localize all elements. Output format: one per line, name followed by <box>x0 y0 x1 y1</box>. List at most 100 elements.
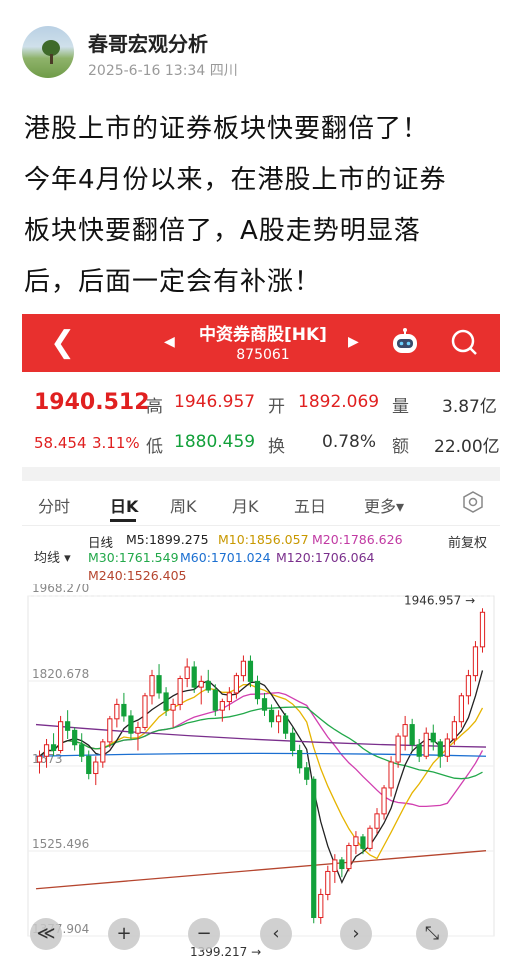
low-value: 1880.459 <box>174 432 256 452</box>
tab-weekly-k[interactable]: 周K <box>170 493 197 517</box>
ma120-label: M120:1706.064 <box>276 550 375 565</box>
candle-body <box>43 744 50 757</box>
candle-body <box>268 709 275 723</box>
post-line: 今年4月份以来，在港股上市的证券 <box>24 165 447 195</box>
stock-topbar: ❮ ◀ 中资券商股[HK] 875061 ▶ <box>22 314 500 372</box>
stock-name: 中资券商股[HK] <box>199 325 327 345</box>
candle-body <box>191 666 197 688</box>
post-header: 春哥宏观分析 2025-6-16 13:34 四川 <box>0 0 522 95</box>
period-tabs: 分时 日K 周K 月K 五日 更多▾ <box>22 481 500 526</box>
candle-body <box>58 721 64 752</box>
next-triangle-icon[interactable]: ▶ <box>348 334 359 350</box>
candle-body <box>465 675 472 697</box>
candle-body <box>36 755 43 763</box>
stock-app-screenshot[interactable]: ❮ ◀ 中资券商股[HK] 875061 ▶ 1940.512 高 1946.9… <box>22 314 500 960</box>
ma30-label: M30:1761.549 <box>88 550 179 565</box>
post-line: 后，后面一定会有补涨！ <box>24 267 322 297</box>
candle-body <box>374 813 380 829</box>
candle-body <box>100 741 106 763</box>
candle-body <box>205 680 211 691</box>
candle-body <box>261 698 268 711</box>
candle-body <box>121 703 127 717</box>
ma240-label: M240:1526.405 <box>88 568 187 583</box>
settings-hexagon-icon[interactable] <box>462 491 484 513</box>
candle-body <box>353 836 359 847</box>
quote-panel: 1940.512 高 1946.957 开 1892.069 量 3.87亿 5… <box>22 372 500 467</box>
next-candle-button[interactable]: › <box>340 918 372 950</box>
open-value: 1892.069 <box>298 392 380 412</box>
robot-assistant-icon[interactable] <box>390 328 420 356</box>
candle-body <box>275 715 282 723</box>
kline-label: 日线 <box>88 535 114 550</box>
zoom-out-all-button[interactable]: ≪ <box>30 918 62 950</box>
high-label: 高 <box>146 397 163 417</box>
search-icon[interactable] <box>450 328 478 356</box>
prev-triangle-icon[interactable]: ◀ <box>164 334 175 350</box>
amount-label: 额 <box>392 437 409 457</box>
amount-value: 22.00亿 <box>434 437 500 457</box>
post-meta: 2025-6-16 13:34 四川 <box>88 63 238 79</box>
candle-body <box>163 692 169 711</box>
last-price: 1940.512 <box>34 390 150 415</box>
section-divider <box>22 467 500 481</box>
max-price-label: 1946.957 → <box>404 593 475 607</box>
post-body: 港股上市的证券板块快要翻倍了！ 今年4月份以来，在港股上市的证券 板块快要翻倍了… <box>24 104 504 308</box>
active-tab-underline <box>110 519 136 522</box>
avatar-trunk-shape <box>50 54 53 64</box>
candle-body <box>451 721 457 740</box>
candle-body <box>50 744 57 752</box>
tab-daily-k[interactable]: 日K <box>110 493 138 517</box>
candle-body <box>79 744 85 757</box>
candle-body <box>339 859 345 870</box>
ma10-label: M10:1856.057 <box>218 532 309 547</box>
candle-body <box>170 703 176 711</box>
candle-body <box>367 827 373 849</box>
candle-body <box>381 787 387 815</box>
fullscreen-button[interactable]: ⤡ <box>416 918 448 950</box>
author-name[interactable]: 春哥宏观分析 <box>88 28 208 57</box>
candle-body <box>290 732 296 752</box>
candle-body <box>283 715 289 734</box>
candle-body <box>86 755 92 775</box>
ma-selector[interactable]: 均线 ▾ <box>34 547 71 566</box>
candle-body <box>254 680 261 700</box>
y-tick-label: 1968.270 <box>32 584 89 595</box>
candle-body <box>219 701 225 711</box>
candle-body <box>128 715 134 734</box>
ma10-line <box>39 683 484 860</box>
candle-body <box>402 724 408 737</box>
candle-body <box>472 646 479 677</box>
tab-five-day[interactable]: 五日 <box>294 493 326 517</box>
change-value: 58.454 <box>34 434 87 452</box>
candle-body <box>184 666 190 680</box>
tab-intraday[interactable]: 分时 <box>38 493 70 517</box>
adjust-mode[interactable]: 前复权 <box>448 532 487 551</box>
tab-monthly-k[interactable]: 月K <box>232 493 259 517</box>
candle-body <box>395 735 401 763</box>
low-label: 低 <box>146 437 163 457</box>
candle-body <box>332 859 338 872</box>
candle-body <box>149 675 155 697</box>
candlestick-chart[interactable]: 1968.2701820.67816731525.4961377.9041946… <box>22 584 500 960</box>
author-avatar[interactable] <box>22 26 74 78</box>
candle-body <box>247 660 254 682</box>
zoom-out-button[interactable]: − <box>188 918 220 950</box>
zoom-in-button[interactable]: + <box>108 918 140 950</box>
candle-body <box>346 845 352 870</box>
ma30-line <box>39 706 483 780</box>
back-chevron-icon[interactable]: ❮ <box>50 328 75 358</box>
candle-body <box>416 744 422 757</box>
candle-body <box>409 724 415 746</box>
candle-body <box>233 675 239 694</box>
post-line: 港股上市的证券板块快要翻倍了！ <box>24 114 430 144</box>
candle-body <box>423 732 429 757</box>
candle-body <box>311 778 317 919</box>
candle-body <box>65 721 71 731</box>
tab-more[interactable]: 更多▾ <box>364 493 404 517</box>
candle-body <box>444 738 450 757</box>
post-line: 板块快要翻倍了，A股走势明显落 <box>24 216 421 246</box>
candle-body <box>360 836 366 849</box>
prev-candle-button[interactable]: ‹ <box>260 918 292 950</box>
candle-body <box>458 695 464 723</box>
turnover-label: 换 <box>268 437 285 457</box>
